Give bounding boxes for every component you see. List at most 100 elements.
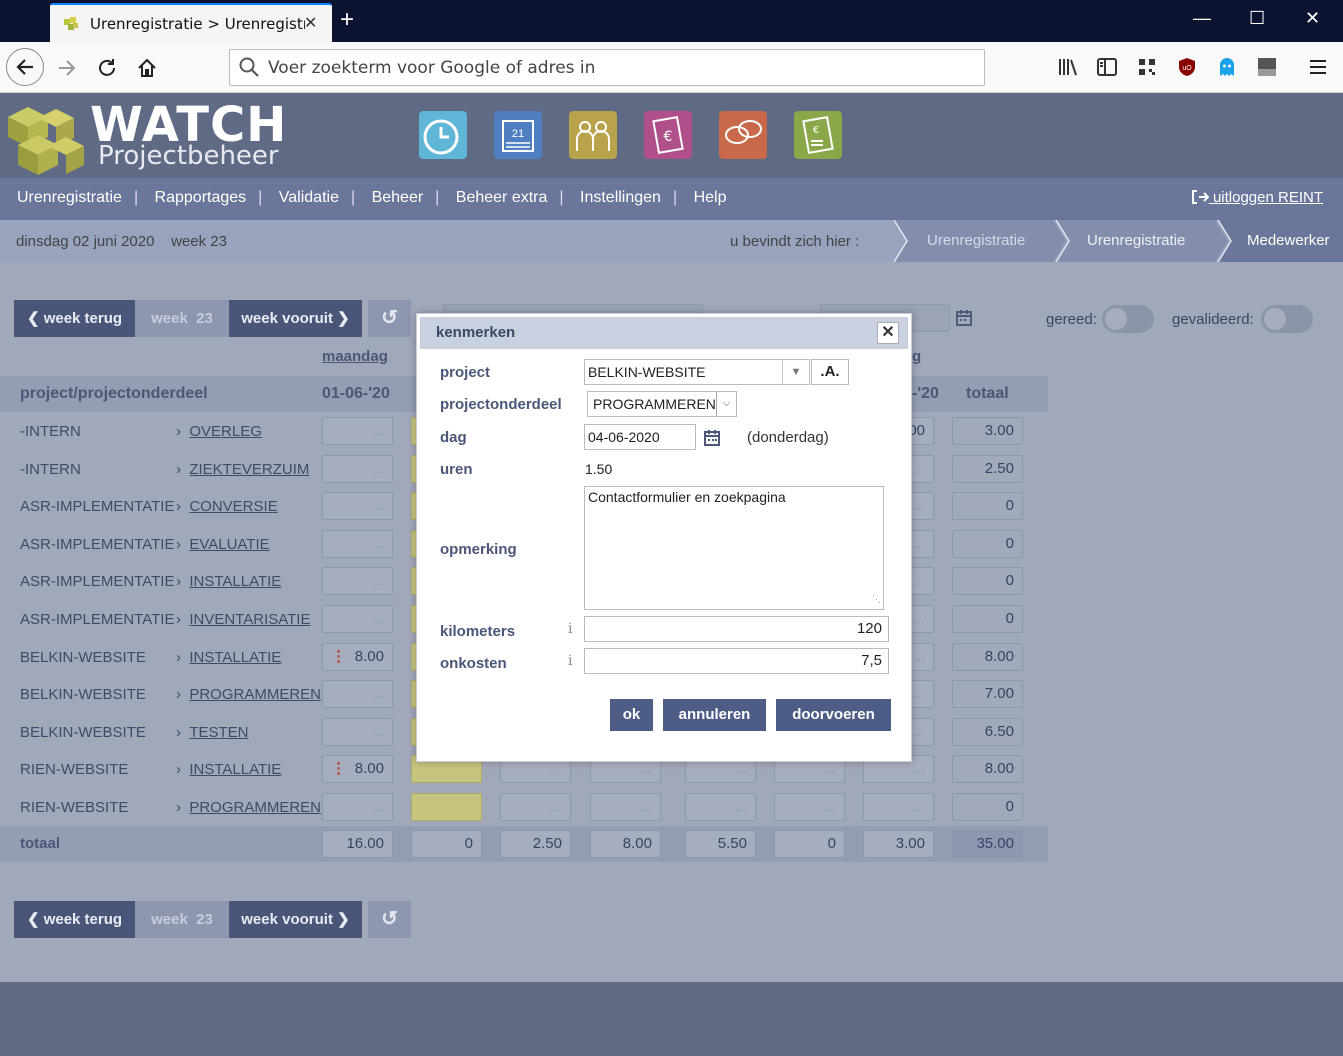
resize-handle-icon[interactable]: ⋱ — [872, 590, 881, 608]
row-part-link[interactable]: › CONVERSIE — [176, 498, 278, 515]
remark-textarea[interactable]: Contactformulier en zoekpagina ⋱ — [584, 486, 884, 610]
url-input[interactable] — [268, 50, 968, 85]
validated-toggle[interactable] — [1261, 305, 1313, 333]
row-part-link[interactable]: › ZIEKTEVERZUIM — [176, 461, 309, 478]
hours-cell-monday[interactable]: ⋮ 8.00 — [322, 755, 393, 783]
row-part-link[interactable]: › EVALUATIE — [176, 536, 270, 553]
hours-cell-monday[interactable]: ... — [322, 417, 393, 445]
ok-button[interactable]: ok — [610, 699, 653, 731]
refresh-button-bottom[interactable]: ↺ — [368, 901, 411, 938]
ublock-icon[interactable]: uO — [1176, 56, 1198, 78]
menu-validatie[interactable]: Validatie — [279, 189, 339, 206]
week-forward-button[interactable]: week vooruit ❯ — [229, 300, 362, 337]
day-input[interactable]: 04-06-2020 — [584, 424, 696, 450]
breadcrumb-item[interactable]: Urenregistratie — [1053, 220, 1185, 262]
calendar-icon[interactable] — [703, 429, 721, 447]
hours-cell-monday[interactable]: ⋮ 8.00 — [322, 643, 393, 671]
cost-input[interactable]: 7,5 — [584, 648, 889, 674]
library-icon[interactable] — [1057, 56, 1079, 78]
cancel-button[interactable]: annuleren — [663, 699, 766, 731]
menu-separator: | — [435, 189, 440, 206]
table-row: RIEN-WEBSITE › PROGRAMMEREN..............… — [0, 789, 1048, 826]
menu-urenregistratie[interactable]: Urenregistratie — [17, 189, 122, 206]
clock-icon[interactable] — [419, 111, 467, 159]
hours-cell-monday[interactable]: ... — [322, 680, 393, 708]
browser-tab[interactable]: Urenregistratie > Urenregistratie ✕ — [50, 3, 332, 42]
part-select[interactable]: PROGRAMMEREN ⌵ — [587, 391, 737, 417]
sidebar-icon[interactable] — [1096, 56, 1118, 78]
new-tab-button[interactable]: + — [340, 6, 354, 34]
undo-icon: ↺ — [381, 908, 398, 930]
week-back-button-bottom[interactable]: ❮ week terug — [14, 901, 135, 938]
row-part-link[interactable]: › INVENTARISATIE — [176, 611, 310, 628]
row-part-link[interactable]: › INSTALLATIE — [176, 573, 281, 590]
info-icon[interactable]: i — [568, 653, 572, 669]
hours-cell-monday[interactable]: ... — [322, 605, 393, 633]
extension-icon[interactable] — [1256, 56, 1278, 78]
day-header-monday[interactable]: maandag — [322, 348, 388, 365]
km-input[interactable]: 120 — [584, 616, 889, 642]
project-select[interactable]: BELKIN-WEBSITE ▼ — [584, 359, 810, 385]
chevron-right-icon: › — [176, 461, 190, 478]
hours-cell-monday[interactable]: ... — [322, 718, 393, 746]
hours-cell-monday[interactable]: ... — [322, 530, 393, 558]
calendar-icon[interactable] — [955, 309, 973, 327]
hours-cell[interactable]: ... — [500, 793, 571, 821]
menu-beheer[interactable]: Beheer — [372, 189, 424, 206]
close-window-button[interactable]: ✕ — [1305, 8, 1320, 29]
hours-cell-monday[interactable]: ... — [322, 455, 393, 483]
chat-icon[interactable] — [719, 111, 767, 159]
menu-instellingen[interactable]: Instellingen — [580, 189, 661, 206]
row-part-link[interactable]: › OVERLEG — [176, 423, 262, 440]
info-icon[interactable]: i — [568, 621, 572, 637]
week-forward-button-bottom[interactable]: week vooruit ❯ — [229, 901, 362, 938]
row-part-link[interactable]: › PROGRAMMEREN — [176, 686, 321, 703]
reload-icon — [99, 59, 115, 76]
minimize-button[interactable]: — — [1193, 8, 1211, 29]
row-part-link[interactable]: › PROGRAMMEREN — [176, 799, 321, 816]
hours-cell[interactable]: ... — [590, 793, 661, 821]
hours-cell-monday[interactable]: ... — [322, 567, 393, 595]
calculator-icon[interactable]: € — [794, 111, 842, 159]
ghostery-icon[interactable] — [1216, 56, 1238, 78]
home-button[interactable] — [129, 50, 165, 86]
menu-rapportages[interactable]: Rapportages — [155, 189, 247, 206]
hours-cell-tuesday[interactable] — [411, 793, 482, 821]
dialog-close-icon[interactable]: ✕ — [877, 322, 899, 344]
project-lookup-button[interactable]: .A. — [811, 359, 849, 385]
menu-help[interactable]: Help — [694, 189, 727, 206]
forward-button[interactable] — [49, 50, 85, 86]
chevron-right-icon: › — [176, 498, 190, 515]
breadcrumb-item[interactable]: Urenregistratie — [893, 220, 1025, 262]
maximize-button[interactable]: ☐ — [1249, 8, 1265, 29]
tab-close-icon[interactable]: ✕ — [304, 13, 317, 33]
apply-button[interactable]: doorvoeren — [776, 699, 891, 731]
more-vertical-icon[interactable]: ⋮ — [331, 644, 346, 670]
row-part-label: EVALUATIE — [189, 536, 270, 553]
logout-label: uitloggen REINT — [1212, 189, 1323, 206]
row-part-link[interactable]: › INSTALLATIE — [176, 649, 281, 666]
more-vertical-icon[interactable]: ⋮ — [331, 756, 346, 782]
hours-cell-monday[interactable]: ... — [322, 492, 393, 520]
invoice-icon[interactable]: € — [644, 111, 692, 159]
hours-cell-sunday[interactable]: ... — [863, 793, 934, 821]
row-total-cell: 0 — [952, 567, 1023, 595]
week-back-button[interactable]: ❮ week terug — [14, 300, 135, 337]
row-part-link[interactable]: › INSTALLATIE — [176, 761, 281, 778]
people-icon[interactable] — [569, 111, 617, 159]
address-bar[interactable] — [229, 49, 985, 86]
menu-beheer-extra[interactable]: Beheer extra — [456, 189, 548, 206]
menu-icon[interactable] — [1307, 56, 1329, 78]
hours-cell-monday[interactable]: ... — [322, 793, 393, 821]
refresh-button[interactable]: ↺ — [368, 300, 411, 337]
qr-icon[interactable] — [1136, 56, 1158, 78]
row-part-link[interactable]: › TESTEN — [176, 724, 249, 741]
chevron-right-icon: › — [176, 423, 190, 440]
reload-button[interactable] — [89, 50, 125, 86]
back-button[interactable] — [6, 48, 44, 86]
hours-cell[interactable]: ... — [774, 793, 845, 821]
hours-cell[interactable]: ... — [685, 793, 756, 821]
calendar-icon[interactable]: 21 — [494, 111, 542, 159]
ready-toggle[interactable] — [1102, 305, 1154, 333]
logout-link[interactable]: uitloggen REINT — [1191, 189, 1323, 206]
